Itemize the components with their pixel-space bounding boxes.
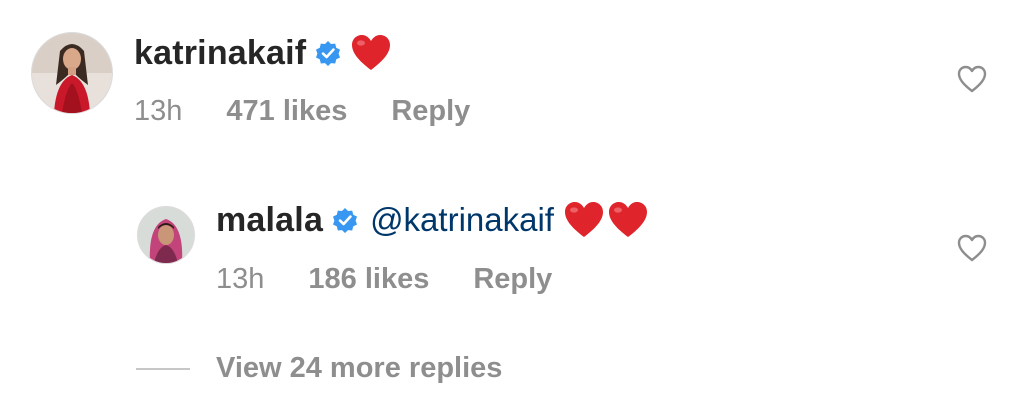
username-link[interactable]: malala	[216, 201, 323, 240]
timestamp: 13h	[134, 94, 183, 127]
red-heart-emoji-icon	[608, 201, 648, 239]
comment-meta: 13h 471 likes Reply	[134, 93, 470, 129]
verified-badge-icon	[332, 207, 358, 233]
comment-meta: 13h 186 likes Reply	[216, 261, 552, 297]
timestamp: 13h	[216, 262, 265, 295]
likes-count[interactable]: 186 likes	[308, 263, 429, 296]
username-link[interactable]: katrinakaif	[134, 34, 306, 73]
reply-button[interactable]: Reply	[473, 263, 552, 296]
avatar-malala-image	[138, 207, 194, 263]
red-heart-emoji-icon	[351, 34, 391, 72]
view-more-replies-label: View 24 more replies	[216, 352, 503, 384]
verified-badge-icon	[315, 40, 341, 66]
heart-outline-icon[interactable]	[957, 65, 987, 93]
comment-line: malala @katrinakaif	[216, 198, 648, 242]
reply-button[interactable]: Reply	[391, 95, 470, 128]
heart-outline-icon[interactable]	[957, 234, 987, 262]
view-more-replies-button[interactable]: View 24 more replies	[136, 352, 502, 385]
mention-link[interactable]: @katrinakaif	[370, 201, 554, 239]
avatar[interactable]	[137, 206, 195, 264]
avatar-katrinakaif-image	[32, 33, 112, 113]
comment-line: katrinakaif	[134, 31, 391, 75]
likes-count[interactable]: 471 likes	[226, 95, 347, 128]
avatar[interactable]	[31, 32, 113, 114]
divider	[136, 367, 190, 370]
red-heart-emoji-icon	[564, 201, 604, 239]
